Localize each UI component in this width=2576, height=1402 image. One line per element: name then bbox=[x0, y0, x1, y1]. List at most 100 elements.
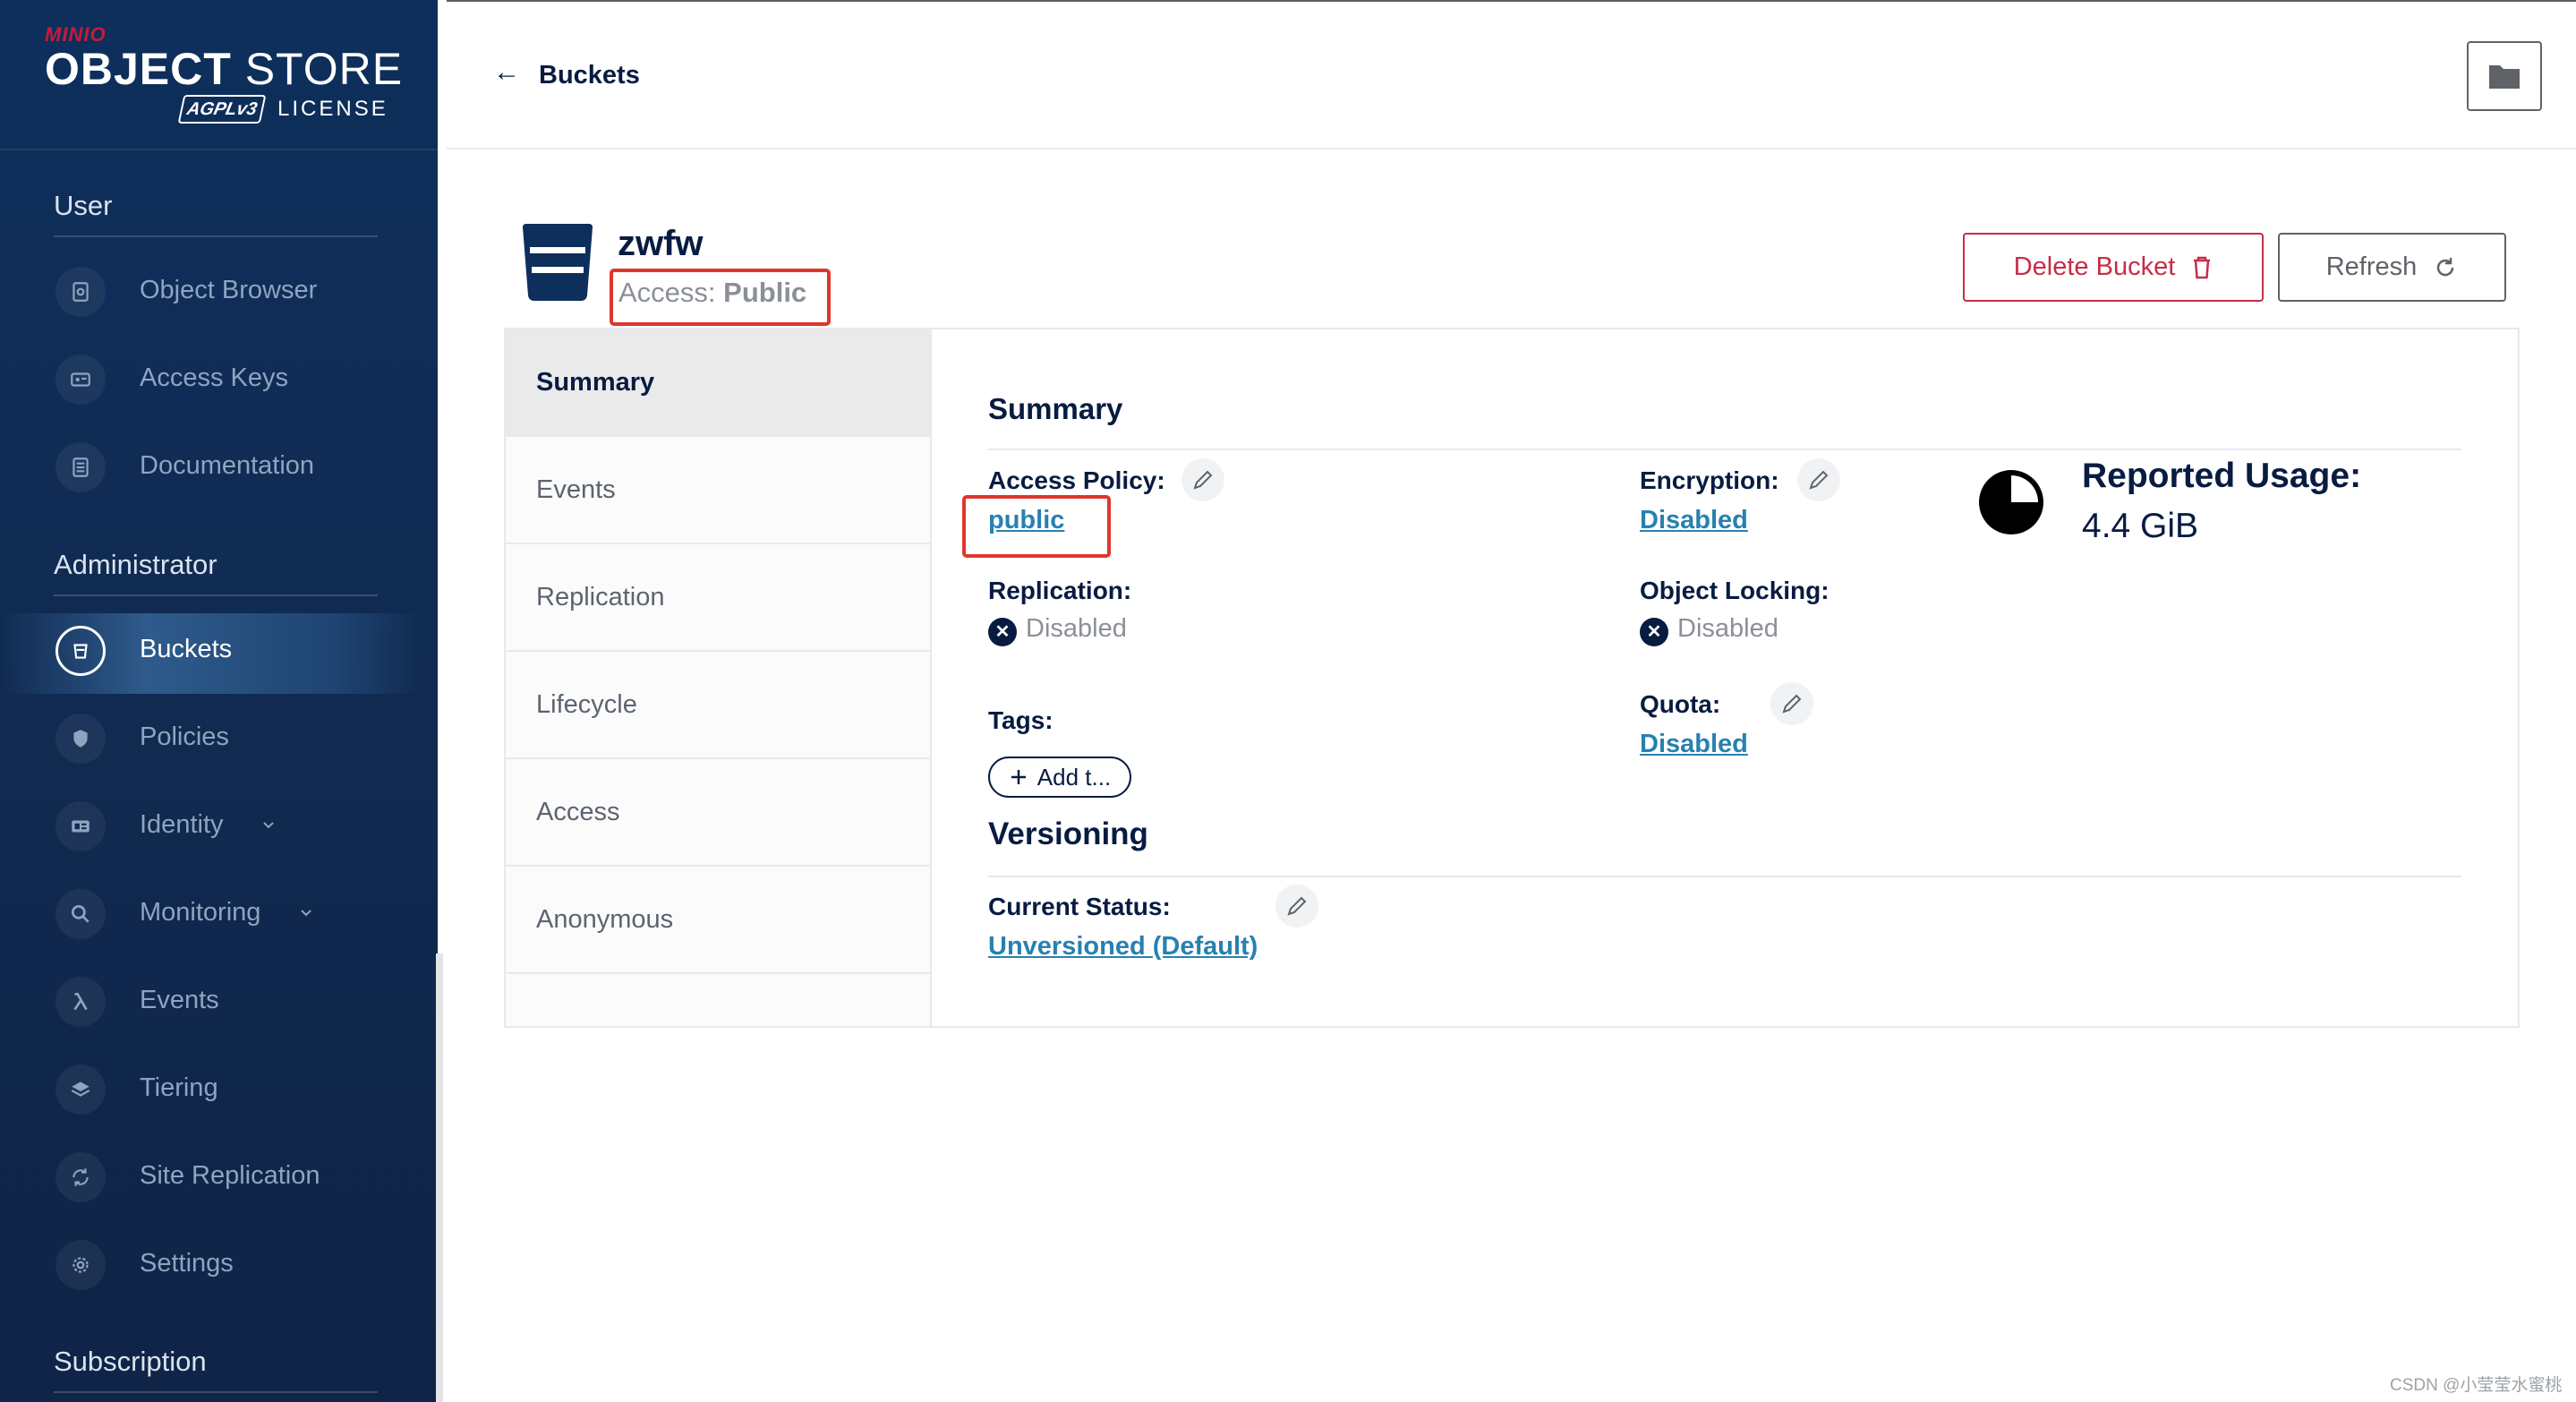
identity-icon bbox=[55, 801, 106, 851]
chevron-down-icon[interactable] bbox=[260, 816, 277, 834]
disabled-x-icon: ✕ bbox=[988, 618, 1017, 646]
edit-access-policy-button[interactable] bbox=[1181, 458, 1224, 501]
sync-icon bbox=[55, 1152, 106, 1202]
object-locking-label: Object Locking: bbox=[1640, 577, 1830, 604]
logo-product: OBJECT STORE bbox=[45, 44, 404, 94]
delete-bucket-button[interactable]: Delete Bucket bbox=[1963, 233, 2264, 302]
sidebar-section-line bbox=[54, 235, 378, 237]
pencil-icon bbox=[1809, 470, 1829, 490]
tab-events[interactable]: Events bbox=[506, 437, 930, 544]
back-to-buckets-link[interactable]: Buckets bbox=[539, 61, 640, 90]
quota-label: Quota: bbox=[1640, 690, 1721, 718]
access-policy-label: Access Policy: bbox=[988, 466, 1165, 494]
add-tag-label: Add t... bbox=[1036, 763, 1112, 791]
access-policy-value[interactable]: public bbox=[988, 506, 1064, 535]
sidebar-item-label: Identity bbox=[140, 810, 224, 839]
edit-quota-button[interactable] bbox=[1770, 682, 1813, 725]
tab-lifecycle[interactable]: Lifecycle bbox=[506, 652, 930, 759]
summary-divider bbox=[988, 449, 2461, 450]
folder-icon bbox=[2489, 65, 2520, 89]
trash-icon bbox=[2194, 256, 2211, 278]
encryption-value[interactable]: Disabled bbox=[1640, 506, 1748, 535]
sidebar-item-label: Events bbox=[140, 986, 219, 1014]
tab-summary[interactable]: Summary bbox=[506, 329, 930, 437]
sidebar: MINIO OBJECT STORE AGPLv3 LICENSE User O… bbox=[0, 0, 438, 1402]
object-locking-value: Disabled bbox=[1677, 614, 1778, 643]
bucket-name: zwfw bbox=[618, 224, 704, 263]
sidebar-item-monitoring[interactable]: Monitoring bbox=[0, 876, 421, 957]
sidebar-item-policies[interactable]: Policies bbox=[0, 701, 421, 782]
tab-access[interactable]: Access bbox=[506, 759, 930, 867]
sidebar-scrollbar[interactable] bbox=[436, 953, 443, 1402]
sidebar-section-line bbox=[54, 1391, 378, 1393]
pencil-icon bbox=[1782, 694, 1802, 714]
pencil-icon bbox=[1193, 470, 1213, 490]
documentation-icon bbox=[55, 442, 106, 492]
reported-usage-label: Reported Usage: bbox=[2082, 457, 2362, 495]
edit-encryption-button[interactable] bbox=[1797, 458, 1840, 501]
gear-icon bbox=[55, 1240, 106, 1290]
current-status-value[interactable]: Unversioned (Default) bbox=[988, 932, 1258, 962]
magnifier-icon bbox=[55, 889, 106, 939]
sidebar-item-site-replication[interactable]: Site Replication bbox=[0, 1140, 421, 1220]
sidebar-item-tiering[interactable]: Tiering bbox=[0, 1052, 421, 1133]
watermark: CSDN @小莹莹水蜜桃 bbox=[2390, 1376, 2563, 1395]
sidebar-section-line bbox=[54, 594, 378, 596]
lambda-icon bbox=[55, 977, 106, 1027]
sidebar-item-identity[interactable]: Identity bbox=[0, 789, 421, 869]
layers-icon bbox=[55, 1064, 106, 1115]
sidebar-item-access-keys[interactable]: Access Keys bbox=[0, 342, 421, 423]
sidebar-section-administrator: Administrator bbox=[54, 549, 218, 580]
versioning-heading: Versioning bbox=[988, 816, 1148, 851]
logo: MINIO OBJECT STORE AGPLv3 LICENSE bbox=[45, 23, 404, 124]
sidebar-item-settings[interactable]: Settings bbox=[0, 1227, 421, 1308]
plus-icon bbox=[1011, 770, 1026, 784]
sidebar-item-documentation[interactable]: Documentation bbox=[0, 430, 421, 510]
sidebar-item-label: Settings bbox=[140, 1249, 234, 1278]
sidebar-item-label: Tiering bbox=[140, 1073, 218, 1102]
back-arrow-icon[interactable]: ← bbox=[493, 57, 520, 88]
sidebar-section-subscription: Subscription bbox=[54, 1346, 207, 1377]
access-keys-icon bbox=[55, 355, 106, 405]
refresh-icon bbox=[2437, 257, 2454, 276]
current-status-label: Current Status: bbox=[988, 893, 1171, 920]
usage-pie-icon bbox=[1979, 470, 2043, 534]
sidebar-item-label: Policies bbox=[140, 722, 229, 751]
tabs-nav: Summary Events Replication Lifecycle Acc… bbox=[506, 329, 932, 1026]
bucket-panel: Summary Events Replication Lifecycle Acc… bbox=[504, 328, 2520, 1028]
replication-label: Replication: bbox=[988, 577, 1132, 604]
sidebar-item-object-browser[interactable]: Object Browser bbox=[0, 254, 421, 335]
tab-replication[interactable]: Replication bbox=[506, 544, 930, 652]
replication-value: Disabled bbox=[1026, 614, 1127, 643]
tab-anonymous[interactable]: Anonymous bbox=[506, 867, 930, 974]
versioning-divider bbox=[988, 876, 2461, 877]
agpl-badge: AGPLv3 bbox=[177, 95, 267, 124]
encryption-label: Encryption: bbox=[1640, 466, 1779, 494]
pencil-icon bbox=[1287, 896, 1307, 916]
sidebar-item-events[interactable]: Events bbox=[0, 964, 421, 1045]
logo-license: LICENSE bbox=[277, 97, 388, 121]
disabled-x-icon: ✕ bbox=[1640, 618, 1668, 646]
sidebar-item-label: Site Replication bbox=[140, 1161, 320, 1190]
add-tag-button[interactable]: Add t... bbox=[988, 757, 1131, 798]
object-browser-icon bbox=[55, 267, 106, 317]
shield-icon bbox=[55, 714, 106, 764]
refresh-button[interactable]: Refresh bbox=[2278, 233, 2506, 302]
reported-usage-value: 4.4 GiB bbox=[2082, 507, 2199, 545]
topbar: ← Buckets bbox=[447, 0, 2576, 150]
sidebar-item-label: Documentation bbox=[140, 451, 315, 480]
object-browser-button[interactable] bbox=[2467, 41, 2542, 111]
sidebar-item-buckets[interactable]: Buckets bbox=[0, 613, 421, 694]
chevron-down-icon[interactable] bbox=[297, 903, 315, 921]
sidebar-item-label: Access Keys bbox=[140, 363, 288, 392]
sidebar-item-label: Monitoring bbox=[140, 898, 261, 927]
bucket-icon bbox=[523, 224, 593, 301]
edit-versioning-button[interactable] bbox=[1275, 885, 1318, 928]
sidebar-divider bbox=[0, 149, 438, 150]
delete-bucket-label: Delete Bucket bbox=[2013, 252, 2176, 281]
sidebar-item-label: Object Browser bbox=[140, 276, 318, 304]
tags-label: Tags: bbox=[988, 706, 1053, 734]
sidebar-section-user: User bbox=[54, 190, 113, 221]
quota-value[interactable]: Disabled bbox=[1640, 730, 1748, 759]
bucket-access: Access: Public bbox=[618, 277, 807, 308]
